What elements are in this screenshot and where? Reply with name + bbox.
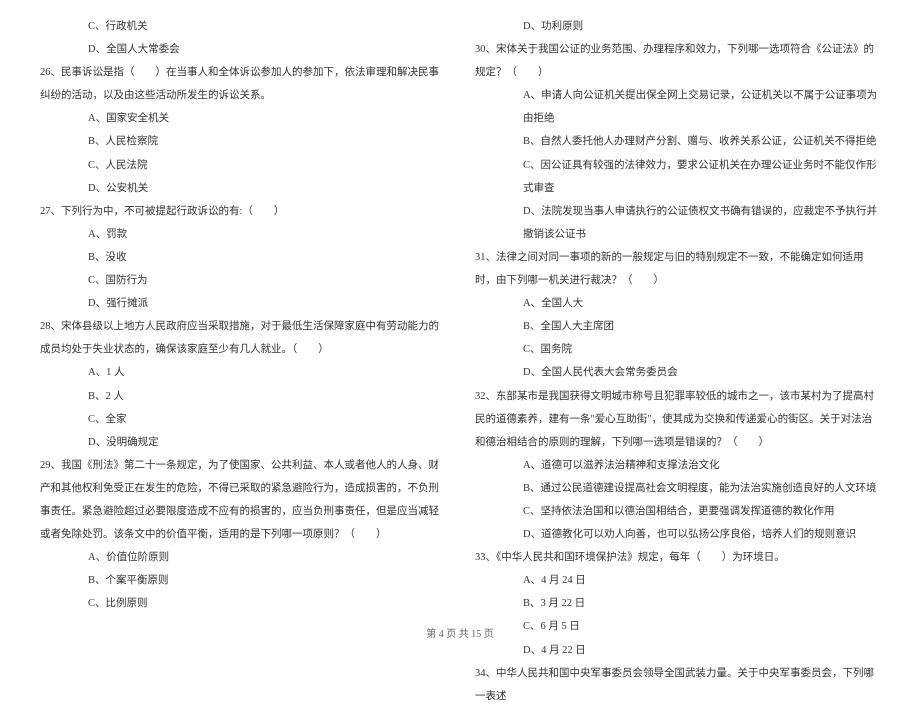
- q27-text: 27、下列行为中，不可被提起行政诉讼的有:（ ）: [40, 200, 445, 223]
- q33-option-b: B、3 月 22 日: [475, 592, 880, 615]
- q29-option-c: C、比例原则: [40, 592, 445, 615]
- q28-text: 28、宋体县级以上地方人民政府应当采取措施，对于最低生活保障家庭中有劳动能力的成…: [40, 315, 445, 361]
- q33-text: 33、《中华人民共和国环境保护法》规定，每年（ ）为环境日。: [475, 546, 880, 569]
- q32-option-c: C、坚持依法治国和以德治国相结合，更要强调发挥道德的教化作用: [475, 500, 880, 523]
- page-footer: 第 4 页 共 15 页: [0, 625, 920, 640]
- q32-option-b: B、通过公民道德建设提高社会文明程度，能为法治实施创造良好的人文环境: [475, 477, 880, 500]
- q27-option-c: C、国防行为: [40, 269, 445, 292]
- q25-option-d: D、全国人大常委会: [40, 38, 445, 61]
- q26-option-a: A、国家安全机关: [40, 107, 445, 130]
- q32-option-d: D、道德教化可以劝人向善，也可以弘扬公序良俗，培养人们的规则意识: [475, 523, 880, 546]
- left-column: C、行政机关 D、全国人大常委会 26、民事诉讼是指（ ）在当事人和全体诉讼参加…: [40, 15, 445, 605]
- q30-option-a: A、申请人向公证机关提出保全网上交易记录，公证机关以不属于公证事项为由拒绝: [475, 84, 880, 130]
- q28-option-d: D、没明确规定: [40, 431, 445, 454]
- q33-option-d: D、4 月 22 日: [475, 639, 880, 662]
- q26-option-c: C、人民法院: [40, 154, 445, 177]
- q31-option-a: A、全国人大: [475, 292, 880, 315]
- q29-text: 29、我国《刑法》第二十一条规定，为了使国家、公共利益、本人或者他人的人身、财产…: [40, 454, 445, 546]
- q27-option-b: B、没收: [40, 246, 445, 269]
- q32-option-a: A、道德可以滋养法治精神和支撑法治文化: [475, 454, 880, 477]
- q26-text: 26、民事诉讼是指（ ）在当事人和全体诉讼参加人的参加下，依法审理和解决民事纠纷…: [40, 61, 445, 107]
- q31-option-b: B、全国人大主席团: [475, 315, 880, 338]
- q31-option-d: D、全国人民代表大会常务委员会: [475, 361, 880, 384]
- q26-option-b: B、人民检察院: [40, 130, 445, 153]
- q29-option-d: D、功利原则: [475, 15, 880, 38]
- q28-option-c: C、全家: [40, 408, 445, 431]
- q28-option-a: A、1 人: [40, 361, 445, 384]
- right-column: D、功利原则 30、宋体关于我国公证的业务范围、办理程序和效力，下列哪一选项符合…: [475, 15, 880, 605]
- q30-text: 30、宋体关于我国公证的业务范围、办理程序和效力，下列哪一选项符合《公证法》的规…: [475, 38, 880, 84]
- q33-option-a: A、4 月 24 日: [475, 569, 880, 592]
- q30-option-b: B、自然人委托他人办理财产分割、赠与、收养关系公证，公证机关不得拒绝: [475, 130, 880, 153]
- q27-option-d: D、强行摊派: [40, 292, 445, 315]
- q27-option-a: A、罚款: [40, 223, 445, 246]
- q28-option-b: B、2 人: [40, 385, 445, 408]
- q30-option-d: D、法院发现当事人申请执行的公证债权文书确有错误的，应裁定不予执行并撤销该公证书: [475, 200, 880, 246]
- q26-option-d: D、公安机关: [40, 177, 445, 200]
- q34-text: 34、中华人民共和国中央军事委员会领导全国武装力量。关于中央军事委员会，下列哪一…: [475, 662, 880, 708]
- q29-option-b: B、个案平衡原则: [40, 569, 445, 592]
- q31-text: 31、法律之间对同一事项的新的一般规定与旧的特别规定不一致，不能确定如何适用时，…: [475, 246, 880, 292]
- q31-option-c: C、国务院: [475, 338, 880, 361]
- q32-text: 32、东部某市是我国获得文明城市称号且犯罪率较低的城市之一，该市某村为了提高村民…: [475, 385, 880, 454]
- q30-option-c: C、因公证具有较强的法律效力，要求公证机关在办理公证业务时不能仅作形式审查: [475, 154, 880, 200]
- q29-option-a: A、价值位阶原则: [40, 546, 445, 569]
- q25-option-c: C、行政机关: [40, 15, 445, 38]
